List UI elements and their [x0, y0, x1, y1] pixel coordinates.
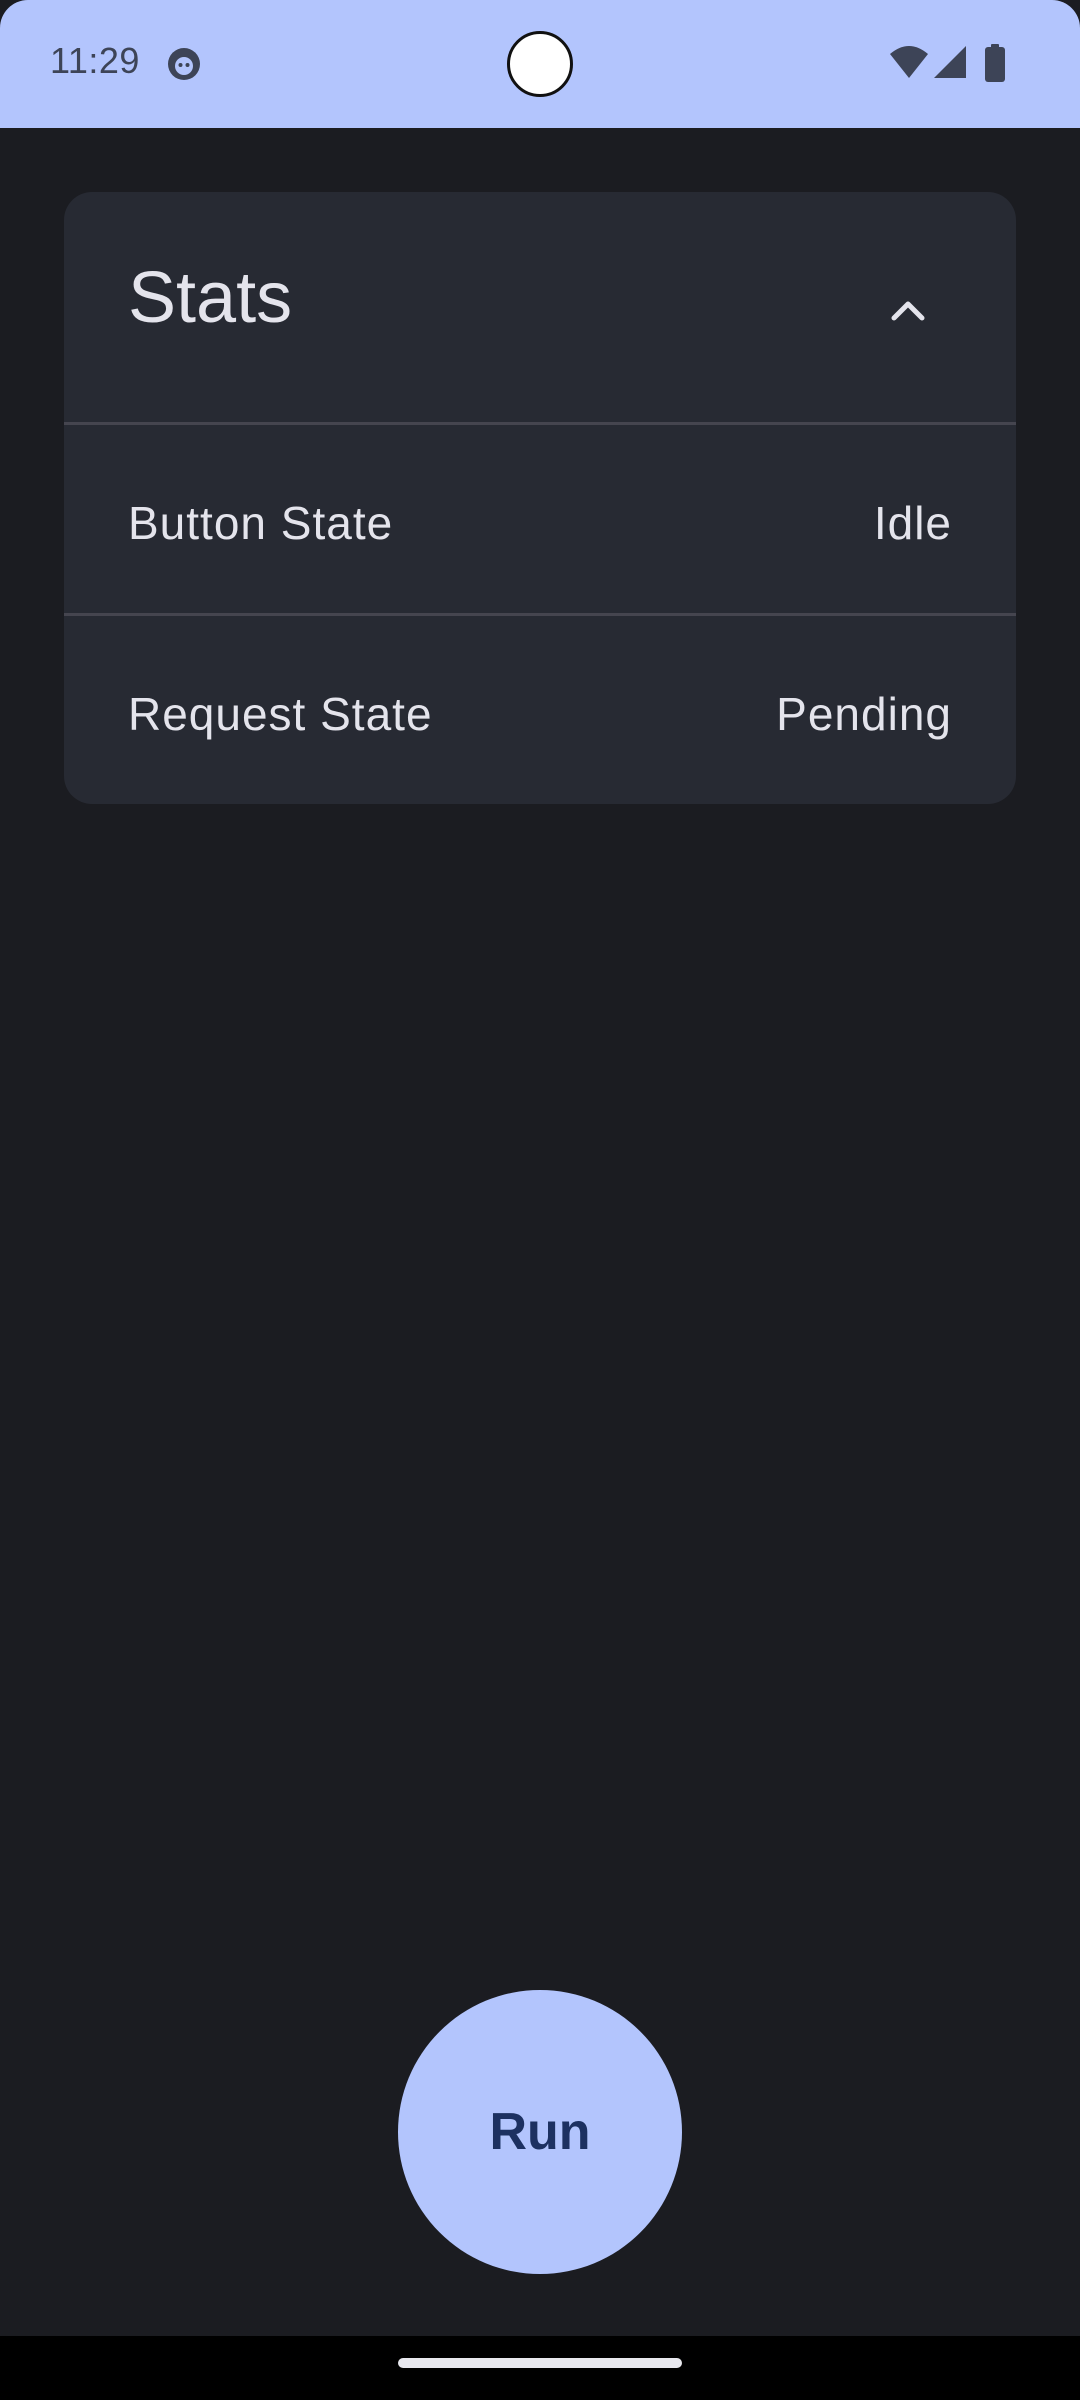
status-bar: 11:29	[0, 0, 1080, 128]
navigation-bar	[0, 2336, 1080, 2400]
stats-title: Stats	[128, 258, 293, 338]
wifi-icon	[890, 46, 928, 78]
home-indicator[interactable]	[398, 2358, 682, 2368]
stat-value: Idle	[873, 497, 952, 549]
stat-value: Pending	[776, 688, 952, 740]
camera-cutout	[507, 31, 573, 97]
stat-label: Button State	[128, 497, 394, 549]
stat-label: Request State	[128, 688, 433, 740]
app-notification-icon	[168, 48, 200, 80]
stats-card-header[interactable]: Stats	[64, 192, 1016, 422]
stats-card: Stats Button State Idle Request State Pe…	[64, 192, 1016, 804]
battery-icon	[985, 44, 1005, 82]
chevron-up-icon	[891, 301, 925, 321]
stat-row-button-state: Button State Idle	[64, 425, 1016, 613]
stat-row-request-state: Request State Pending	[64, 616, 1016, 804]
collapse-button[interactable]	[872, 274, 944, 346]
status-time: 11:29	[50, 40, 140, 81]
signal-icon	[934, 46, 966, 78]
run-button[interactable]: Run	[398, 1990, 682, 2274]
